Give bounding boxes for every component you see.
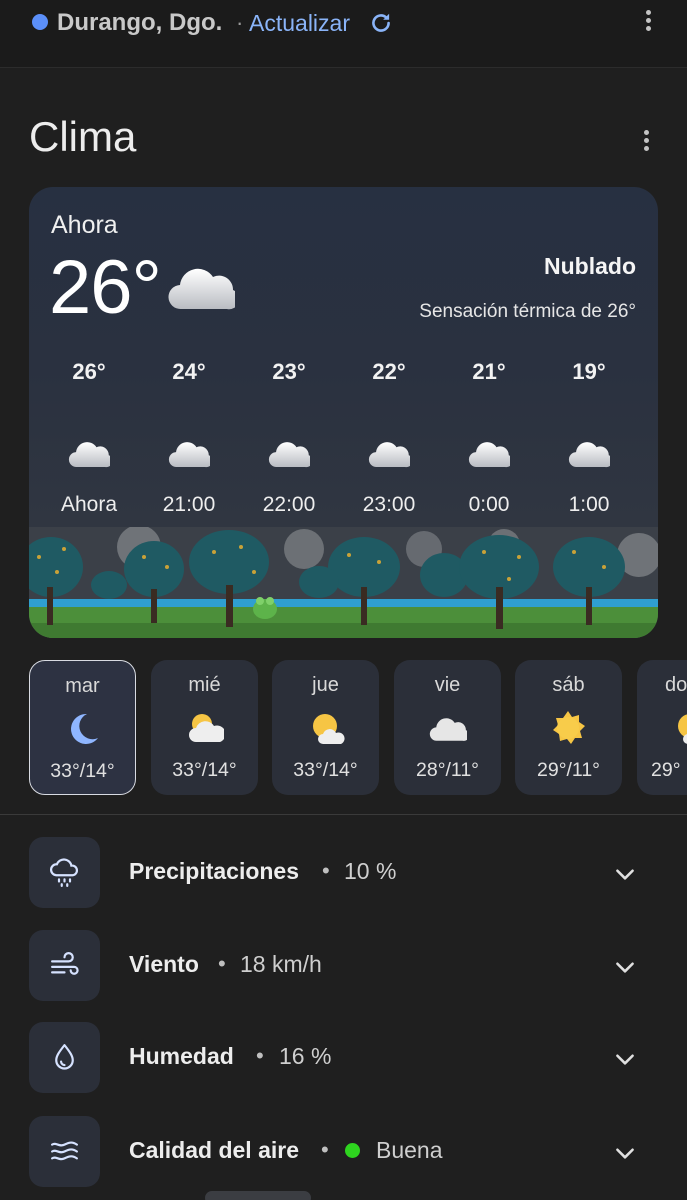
metric-icon-box <box>29 930 100 1001</box>
metric-value: 18 km/h <box>240 951 322 977</box>
metric-value: Buena <box>376 1137 443 1163</box>
feels-like-text: Sensación térmica de 26° <box>419 301 636 322</box>
hourly-temp: 22° <box>372 359 406 384</box>
hourly-time: 1:00 <box>568 493 610 516</box>
hourly-item: 26° Ahora <box>39 357 139 527</box>
hourly-item: 22° 23:00 <box>339 357 439 527</box>
cloud-icon <box>368 442 410 468</box>
droplet-icon <box>55 1044 74 1070</box>
rain-cloud-icon <box>50 858 79 887</box>
divider <box>0 814 687 815</box>
day-name: sáb <box>552 674 585 696</box>
day-card[interactable]: do 29° <box>637 660 687 795</box>
day-range: 28°/11° <box>416 759 479 781</box>
now-label: Ahora <box>51 211 118 239</box>
day-range: 33°/14° <box>172 759 237 781</box>
condition-text: Nublado <box>544 253 636 279</box>
hourly-temp: 19° <box>572 359 606 384</box>
metric-humidity[interactable]: Humedad • 16 % <box>0 1022 687 1094</box>
sun-icon <box>553 711 585 744</box>
hourly-time: 22:00 <box>262 493 316 516</box>
day-card[interactable]: jue 33°/14° <box>272 660 379 795</box>
refresh-link[interactable]: Actualizar <box>249 8 350 38</box>
landscape-illustration <box>29 527 658 638</box>
day-name: jue <box>312 674 339 696</box>
hourly-temp: 23° <box>272 359 306 384</box>
topbar-more-icon[interactable] <box>643 8 653 38</box>
bottom-handle <box>205 1191 311 1200</box>
separator-dot: • <box>321 1137 329 1162</box>
partly-cloudy-icon <box>189 714 224 742</box>
day-name: mar <box>65 675 100 697</box>
cloud-icon <box>68 442 110 468</box>
day-card[interactable]: vie 28°/11° <box>394 660 501 795</box>
metric-label: Humedad <box>129 1043 234 1069</box>
day-name: do <box>665 674 687 696</box>
day-card-selected[interactable]: mar 33°/14° <box>29 660 136 795</box>
refresh-icon[interactable] <box>368 10 394 36</box>
cloud-icon <box>568 442 610 468</box>
chevron-down-icon[interactable] <box>612 1046 638 1072</box>
day-name: mié <box>188 674 221 696</box>
top-bar: Durango, Dgo. · Actualizar <box>0 0 687 68</box>
day-range: 29°/11° <box>537 759 600 781</box>
hourly-time: 21:00 <box>162 493 216 516</box>
chevron-down-icon[interactable] <box>612 954 638 980</box>
weather-more-icon[interactable] <box>641 128 651 158</box>
metric-value: 16 % <box>279 1043 332 1069</box>
location-name[interactable]: Durango, Dgo. <box>57 8 222 38</box>
cloud-icon <box>168 268 235 310</box>
day-range: 33°/14° <box>50 760 115 782</box>
hourly-time: 0:00 <box>468 493 510 516</box>
hourly-item: 23° 22:00 <box>239 357 339 527</box>
sun-cloud-icon <box>313 714 345 744</box>
hourly-forecast: 26° Ahora 24° 21:00 23° 22:00 22° 23:00 … <box>39 357 658 527</box>
day-range: 29° <box>651 759 681 781</box>
hourly-temp: 26° <box>72 359 106 384</box>
current-temperature: 26° <box>49 245 162 330</box>
cloud-icon <box>168 442 210 468</box>
separator-dot: · <box>236 10 244 35</box>
moon-icon <box>71 713 98 744</box>
hourly-temp: 24° <box>172 359 206 384</box>
status-dot-icon <box>345 1143 360 1158</box>
day-range: 33°/14° <box>293 759 358 781</box>
day-card[interactable]: sáb 29°/11° <box>515 660 622 795</box>
cloud-icon <box>268 442 310 468</box>
metric-icon-box <box>29 1022 100 1093</box>
metric-air-quality[interactable]: Calidad del aire • Buena <box>0 1116 687 1188</box>
hourly-item: 24° 21:00 <box>139 357 239 527</box>
metric-precipitation[interactable]: Precipitaciones • 10 % <box>0 837 687 909</box>
air-quality-icon <box>51 1141 78 1161</box>
metric-icon-box <box>29 837 100 908</box>
separator-dot: • <box>322 858 330 883</box>
current-weather-card[interactable]: Ahora 26° Nublado Sensación térmica de 2… <box>29 187 658 638</box>
chevron-down-icon[interactable] <box>612 861 638 887</box>
hourly-time: Ahora <box>60 493 118 516</box>
metric-wind[interactable]: Viento • 18 km/h <box>0 930 687 1002</box>
separator-dot: • <box>218 951 226 976</box>
page-title: Clima <box>29 113 137 160</box>
metric-label: Precipitaciones <box>129 858 300 884</box>
cloud-icon <box>468 442 510 468</box>
metric-value: 10 % <box>344 858 397 884</box>
sun-cloud-icon <box>678 714 687 744</box>
cloud-icon <box>429 718 467 741</box>
hourly-item: 21° 0:00 <box>439 357 539 527</box>
day-card[interactable]: mié 33°/14° <box>151 660 258 795</box>
metric-label: Viento <box>129 951 199 977</box>
metric-icon-box <box>29 1116 100 1187</box>
hourly-temp: 21° <box>472 359 506 384</box>
day-name: vie <box>434 674 461 696</box>
hourly-item: 19° 1:00 <box>539 357 639 527</box>
wind-icon <box>51 952 79 975</box>
hourly-time: 23:00 <box>362 493 416 516</box>
chevron-down-icon[interactable] <box>612 1140 638 1166</box>
metric-label: Calidad del aire <box>129 1137 300 1163</box>
location-dot-icon <box>32 14 48 30</box>
separator-dot: • <box>256 1043 264 1068</box>
